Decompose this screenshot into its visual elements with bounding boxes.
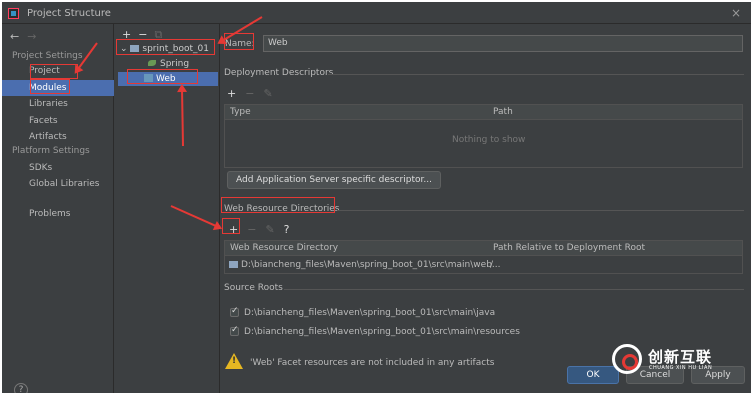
- table-row[interactable]: D:\biancheng_files\Maven\spring_boot_01\…: [229, 260, 500, 270]
- deployment-toolbar: + − ✎: [227, 87, 282, 100]
- intellij-app-icon: [8, 8, 19, 19]
- source-root-checkbox-resources[interactable]: [230, 325, 239, 336]
- spring-label: Spring: [160, 59, 190, 69]
- folder-icon: [229, 261, 238, 268]
- table-header: Type Path: [225, 105, 742, 120]
- platform-settings-header: Platform Settings: [12, 146, 90, 156]
- nav-item-problems[interactable]: Problems: [2, 206, 114, 222]
- ok-button[interactable]: OK: [567, 366, 619, 384]
- name-field[interactable]: Web: [263, 35, 743, 52]
- web-resources-table[interactable]: Web Resource Directory Path Relative to …: [224, 240, 743, 274]
- spring-leaf-icon: [148, 60, 156, 66]
- empty-state-text: Nothing to show: [452, 135, 526, 145]
- help-icon[interactable]: ?: [14, 383, 28, 393]
- title-bar: Project Structure ×: [2, 2, 751, 24]
- annotation-box-module: [116, 39, 215, 55]
- project-settings-header: Project Settings: [12, 51, 83, 61]
- watermark-logo-icon: [612, 344, 642, 374]
- column-type[interactable]: Type: [230, 107, 251, 117]
- annotation-box-web: [127, 69, 198, 84]
- source-root-resources: D:\biancheng_files\Maven\spring_boot_01\…: [244, 327, 520, 337]
- section-divider: [328, 74, 744, 75]
- nav-item-libraries[interactable]: Libraries: [2, 96, 114, 112]
- web-resource-dir: D:\biancheng_files\Maven\spring_boot_01\…: [241, 260, 501, 270]
- section-divider: [284, 289, 744, 290]
- section-divider: [337, 210, 744, 211]
- table-header: Web Resource Directory Path Relative to …: [225, 241, 742, 256]
- warning-message: 'Web' Facet resources are not included i…: [250, 358, 495, 368]
- add-icon[interactable]: +: [227, 87, 236, 100]
- remove-icon[interactable]: −: [245, 87, 254, 100]
- remove-icon[interactable]: −: [247, 223, 256, 236]
- nav-item-facets[interactable]: Facets: [2, 113, 114, 129]
- close-icon[interactable]: ×: [731, 6, 741, 20]
- edit-icon[interactable]: ✎: [265, 223, 274, 236]
- source-root-java: D:\biancheng_files\Maven\spring_boot_01\…: [244, 308, 496, 318]
- watermark-text: 创新互联: [648, 348, 713, 366]
- back-arrow-icon[interactable]: ←: [10, 30, 19, 43]
- web-resource-path: /: [490, 260, 494, 270]
- add-descriptor-button[interactable]: Add Application Server specific descript…: [227, 171, 441, 189]
- warning-icon: [225, 353, 243, 369]
- column-path[interactable]: Path: [493, 107, 513, 117]
- help-icon[interactable]: ?: [284, 223, 290, 236]
- annotation-box-web-resources: [221, 197, 335, 213]
- deployment-descriptors-title: Deployment Descriptors: [224, 68, 334, 78]
- source-roots-title: Source Roots: [224, 283, 283, 293]
- source-root-checkbox-java[interactable]: [230, 306, 239, 317]
- nav-item-artifacts[interactable]: Artifacts: [2, 129, 114, 145]
- watermark-subtext: CHUANG XIN HU LIAN: [649, 365, 713, 371]
- nav-history: ← →: [10, 30, 44, 43]
- annotation-box-add: [222, 218, 240, 234]
- annotation-box-modules: [30, 79, 70, 94]
- column-relative-path[interactable]: Path Relative to Deployment Root: [493, 243, 645, 253]
- forward-arrow-icon[interactable]: →: [27, 30, 36, 43]
- column-web-resource-directory[interactable]: Web Resource Directory: [230, 243, 338, 253]
- nav-item-sdks[interactable]: SDKs: [2, 160, 114, 176]
- edit-icon[interactable]: ✎: [263, 87, 272, 100]
- window-title: Project Structure: [27, 8, 111, 19]
- deployment-descriptors-table[interactable]: Type Path Nothing to show: [224, 104, 743, 168]
- project-structure-window: Project Structure × ← → Project Settings …: [2, 2, 751, 393]
- nav-item-global-libraries[interactable]: Global Libraries: [2, 176, 114, 192]
